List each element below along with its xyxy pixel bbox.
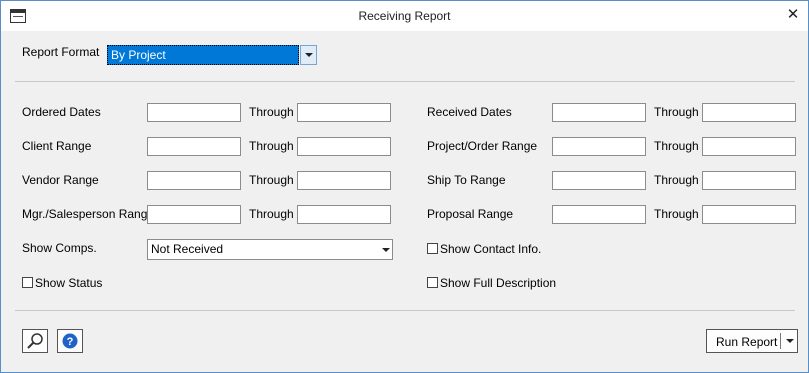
search-button[interactable] bbox=[22, 329, 48, 353]
vendor-range-through-label: Through bbox=[249, 173, 294, 187]
project-order-range-label: Project/Order Range bbox=[427, 139, 538, 153]
mgr-salesperson-range-label: Mgr./Salesperson Range bbox=[22, 207, 155, 221]
show-full-description-label[interactable]: Show Full Description bbox=[440, 276, 556, 290]
proposal-range-from-input[interactable] bbox=[552, 205, 646, 224]
title-bar: Receiving Report ✕ bbox=[1, 1, 808, 31]
help-icon: ? bbox=[62, 333, 78, 349]
close-icon[interactable]: ✕ bbox=[781, 4, 805, 26]
search-icon bbox=[27, 333, 43, 349]
mgr-salesperson-range-from-input[interactable] bbox=[147, 205, 241, 224]
show-status-checkbox[interactable] bbox=[22, 277, 33, 288]
proposal-range-label: Proposal Range bbox=[427, 207, 514, 221]
dropdown-arrow-icon bbox=[305, 53, 313, 57]
received-dates-to-input[interactable] bbox=[702, 103, 796, 122]
proposal-range-through-label: Through bbox=[654, 207, 699, 221]
mgr-salesperson-range-to-input[interactable] bbox=[297, 205, 391, 224]
vendor-range-from-input[interactable] bbox=[147, 171, 241, 190]
received-dates-from-input[interactable] bbox=[552, 103, 646, 122]
vendor-range-to-input[interactable] bbox=[297, 171, 391, 190]
project-order-range-from-input[interactable] bbox=[552, 137, 646, 156]
show-full-description-checkbox[interactable] bbox=[427, 277, 438, 288]
receiving-report-window: Receiving Report ✕ Report Format By Proj… bbox=[0, 0, 809, 373]
client-range-label: Client Range bbox=[22, 139, 92, 153]
show-comps-label: Show Comps. bbox=[22, 241, 97, 255]
separator-top bbox=[15, 81, 795, 82]
ordered-dates-label: Ordered Dates bbox=[22, 105, 101, 119]
show-status-label[interactable]: Show Status bbox=[35, 276, 102, 290]
show-comps-value: Not Received bbox=[151, 242, 224, 256]
report-format-label: Report Format bbox=[22, 45, 100, 59]
client-range-to-input[interactable] bbox=[297, 137, 391, 156]
ordered-dates-to-input[interactable] bbox=[297, 103, 391, 122]
run-report-label: Run Report bbox=[716, 335, 778, 349]
window-title: Receiving Report bbox=[358, 9, 451, 23]
run-report-dropdown-icon[interactable] bbox=[786, 339, 794, 343]
help-button[interactable]: ? bbox=[57, 329, 83, 353]
show-contact-info-label[interactable]: Show Contact Info. bbox=[440, 242, 541, 256]
received-dates-label: Received Dates bbox=[427, 105, 512, 119]
show-contact-info-checkbox[interactable] bbox=[427, 243, 438, 254]
run-report-button[interactable]: Run Report bbox=[706, 329, 798, 353]
received-dates-through-label: Through bbox=[654, 105, 699, 119]
vendor-range-label: Vendor Range bbox=[22, 173, 99, 187]
client-range-from-input[interactable] bbox=[147, 137, 241, 156]
ship-to-range-to-input[interactable] bbox=[702, 171, 796, 190]
mgr-salesperson-range-through-label: Through bbox=[249, 207, 294, 221]
svg-text:?: ? bbox=[67, 336, 74, 348]
report-format-value: By Project bbox=[111, 48, 166, 62]
report-format-dropdown-button[interactable] bbox=[300, 45, 317, 65]
ship-to-range-from-input[interactable] bbox=[552, 171, 646, 190]
proposal-range-to-input[interactable] bbox=[702, 205, 796, 224]
project-order-range-through-label: Through bbox=[654, 139, 699, 153]
ship-to-range-through-label: Through bbox=[654, 173, 699, 187]
report-format-select[interactable]: By Project bbox=[107, 45, 299, 65]
ordered-dates-from-input[interactable] bbox=[147, 103, 241, 122]
run-report-divider bbox=[780, 333, 781, 349]
project-order-range-to-input[interactable] bbox=[702, 137, 796, 156]
client-range-through-label: Through bbox=[249, 139, 294, 153]
chevron-down-icon bbox=[382, 248, 390, 252]
show-comps-select[interactable]: Not Received bbox=[147, 239, 393, 260]
separator-bottom bbox=[15, 310, 795, 311]
ordered-dates-through-label: Through bbox=[249, 105, 294, 119]
ship-to-range-label: Ship To Range bbox=[427, 173, 506, 187]
